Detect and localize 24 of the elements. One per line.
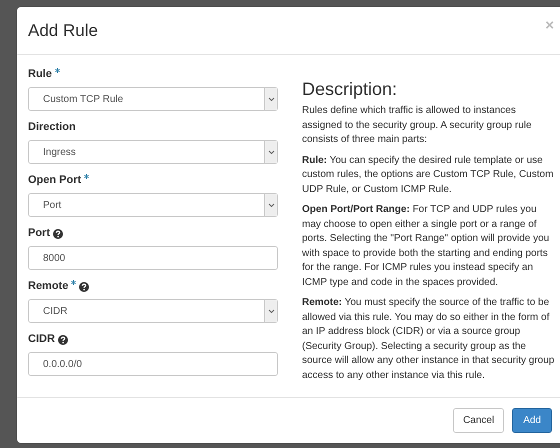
- field-label: Direction: [28, 120, 76, 135]
- description-title: Description:: [302, 78, 398, 100]
- description-paragraph: Rule: You can specify the desired rule template or use custom rules, the options are Custom TCP Rule, Custom UDP Rule, or Custom ICMP Rule.: [302, 154, 554, 196]
- select-field[interactable]: CIDR: [28, 299, 278, 323]
- chevron-down-icon: [268, 202, 274, 208]
- field-label: CIDR: [28, 332, 55, 347]
- field-label: Rule: [28, 67, 52, 82]
- chevron-down-icon: [268, 308, 274, 314]
- description-paragraph: Remote: You must specify the source of the traffic to be allowed via this rule. You may do so either in the form of an IP address block (CIDR) or via a source group (Security Group). Selecting a security group as the source will allow any other instance in that security group access to any other instance via this rule.: [302, 296, 556, 382]
- input-field[interactable]: 8000: [28, 246, 278, 270]
- add-button[interactable]: Add: [512, 408, 552, 433]
- chevron-down-icon: [268, 150, 274, 154]
- cancel-button[interactable]: Cancel: [453, 408, 504, 433]
- field-label: Open Port: [28, 173, 82, 188]
- description-paragraph: Open Port/Port Range: For TCP and UDP rules you may choose to open either a single port or a range of ports. Selecting the "Port Range" option will provide you with space to provide both the starting and ending ports for the range. For ICMP rules you instead specify an ICMP type and code in the spaces provided.: [302, 203, 550, 290]
- select-field[interactable]: Ingress: [28, 140, 278, 164]
- select-field[interactable]: Custom TCP Rule: [28, 87, 278, 111]
- input-field[interactable]: 0.0.0.0/0: [28, 352, 278, 376]
- field-label: Port: [28, 226, 50, 241]
- select-field[interactable]: Port: [28, 193, 278, 217]
- dialog-title: Add Rule: [28, 20, 98, 42]
- description-paragraph: Rules define which traffic is allowed to instances assigned to the security group. A security group rule consists of three main parts:: [302, 104, 533, 147]
- chevron-down-icon: [268, 96, 274, 102]
- field-label: Remote: [28, 279, 68, 294]
